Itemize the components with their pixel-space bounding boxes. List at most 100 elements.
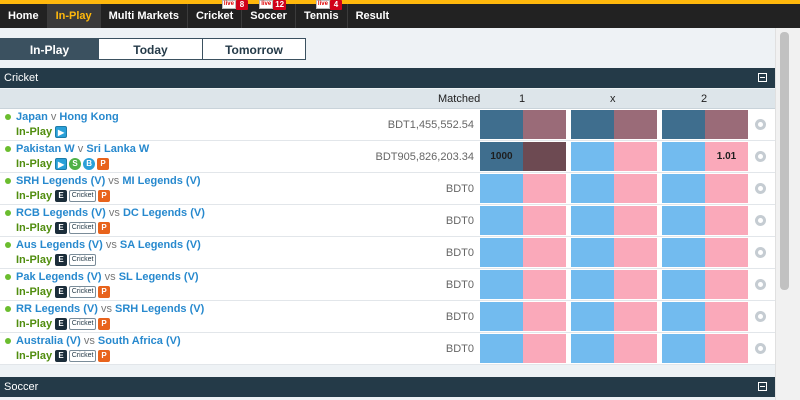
pin-icon[interactable] bbox=[755, 119, 766, 130]
back-odds-cell[interactable] bbox=[480, 302, 523, 331]
lay-odds-cell[interactable] bbox=[614, 142, 657, 171]
back-odds-cell[interactable] bbox=[662, 334, 705, 363]
live-dot-icon bbox=[5, 306, 11, 312]
back-odds-cell[interactable] bbox=[480, 238, 523, 267]
back-odds-cell[interactable] bbox=[571, 334, 614, 363]
match-name-link[interactable]: SRH Legends (V) vs MI Legends (V) bbox=[16, 175, 201, 187]
collapse-icon[interactable] bbox=[758, 73, 767, 82]
lay-odds-cell[interactable] bbox=[614, 206, 657, 235]
back-odds-cell[interactable] bbox=[662, 270, 705, 299]
scrollbar-thumb[interactable] bbox=[780, 32, 789, 290]
lay-odds-cell[interactable] bbox=[523, 334, 566, 363]
collapse-icon[interactable] bbox=[758, 382, 767, 391]
nav-home[interactable]: Home bbox=[0, 4, 47, 28]
match-name-link[interactable]: Pak Legends (V) vs SL Legends (V) bbox=[16, 271, 199, 283]
match-row[interactable]: Aus Legends (V) vs SA Legends (V) In-Play… bbox=[0, 237, 775, 269]
nav-soccer[interactable]: Soccer live 12 bbox=[242, 0, 295, 28]
back-odds-cell[interactable] bbox=[480, 334, 523, 363]
live-icon: live bbox=[315, 0, 330, 9]
back-odds-cell[interactable]: 1000 bbox=[480, 142, 523, 171]
back-odds-cell[interactable] bbox=[662, 110, 705, 139]
lay-odds-cell[interactable] bbox=[705, 302, 748, 331]
cricket-section-title: Cricket bbox=[4, 72, 39, 84]
day-tabs: In-Play Today Tomorrow bbox=[0, 38, 306, 60]
match-row[interactable]: Australia (V) vs South Africa (V) In-Play… bbox=[0, 333, 775, 365]
match-row[interactable]: Pakistan W v Sri Lanka W In-Play ▶ S B P BDT90… bbox=[0, 141, 775, 173]
back-odds-cell[interactable] bbox=[662, 302, 705, 331]
pin-icon[interactable] bbox=[755, 215, 766, 226]
match-name-link[interactable]: Australia (V) vs South Africa (V) bbox=[16, 335, 181, 347]
lay-odds-cell[interactable] bbox=[523, 238, 566, 267]
lay-odds-cell[interactable] bbox=[523, 270, 566, 299]
back-odds-cell[interactable] bbox=[662, 142, 705, 171]
match-row[interactable]: RR Legends (V) vs SRH Legends (V) In-Play… bbox=[0, 301, 775, 333]
lay-odds-cell[interactable] bbox=[614, 238, 657, 267]
back-odds-cell[interactable] bbox=[571, 302, 614, 331]
back-odds-cell[interactable] bbox=[571, 270, 614, 299]
match-name-link[interactable]: Pakistan W v Sri Lanka W bbox=[16, 143, 149, 155]
tv-icon[interactable]: ▶ bbox=[55, 125, 68, 138]
lay-odds-cell[interactable] bbox=[523, 142, 566, 171]
lay-odds-cell[interactable] bbox=[614, 334, 657, 363]
tab-today[interactable]: Today bbox=[98, 38, 203, 60]
back-odds-cell[interactable] bbox=[662, 238, 705, 267]
back-odds-cell[interactable] bbox=[662, 206, 705, 235]
nav-tennis[interactable]: Tennis live 4 bbox=[296, 0, 347, 28]
soccer-section-header: Soccer bbox=[0, 377, 775, 397]
lay-odds-cell[interactable] bbox=[523, 302, 566, 331]
match-row[interactable]: SRH Legends (V) vs MI Legends (V) In-Play… bbox=[0, 173, 775, 205]
back-odds-cell[interactable] bbox=[480, 270, 523, 299]
back-odds-cell[interactable] bbox=[571, 238, 614, 267]
pin-icon[interactable] bbox=[755, 311, 766, 322]
lay-odds-cell[interactable] bbox=[705, 334, 748, 363]
match-name-link[interactable]: RCB Legends (V) vs DC Legends (V) bbox=[16, 207, 205, 219]
pin-icon[interactable] bbox=[755, 343, 766, 354]
lay-odds-cell[interactable] bbox=[523, 110, 566, 139]
team-2-name: DC Legends (V) bbox=[122, 207, 205, 219]
match-name-link[interactable]: Japan v Hong Kong bbox=[16, 111, 119, 123]
lay-odds-cell[interactable] bbox=[614, 110, 657, 139]
back-odds-cell[interactable] bbox=[571, 174, 614, 203]
lay-odds-cell[interactable] bbox=[705, 206, 748, 235]
back-odds-cell[interactable] bbox=[662, 174, 705, 203]
lay-odds-cell[interactable] bbox=[705, 270, 748, 299]
lay-odds-cell[interactable] bbox=[705, 174, 748, 203]
scrollbar[interactable] bbox=[775, 28, 800, 400]
lay-odds-cell[interactable] bbox=[705, 110, 748, 139]
lay-odds-cell[interactable] bbox=[705, 238, 748, 267]
pin-icon[interactable] bbox=[755, 279, 766, 290]
nav-result[interactable]: Result bbox=[348, 4, 398, 28]
match-list: Japan v Hong Kong In-Play ▶ BDT1,455,552.54… bbox=[0, 109, 775, 365]
match-row[interactable]: Japan v Hong Kong In-Play ▶ BDT1,455,552.54 bbox=[0, 109, 775, 141]
back-odds-cell[interactable] bbox=[480, 174, 523, 203]
lay-odds-cell[interactable] bbox=[614, 302, 657, 331]
back-odds-cell[interactable] bbox=[571, 206, 614, 235]
lay-odds-cell[interactable] bbox=[523, 206, 566, 235]
pin-icon[interactable] bbox=[755, 247, 766, 258]
cricket-icon: Cricket bbox=[69, 285, 97, 298]
nav-in-play[interactable]: In-Play bbox=[47, 4, 100, 28]
tv-icon[interactable]: ▶ bbox=[55, 157, 68, 170]
nav-cricket[interactable]: Cricket live 8 bbox=[188, 0, 248, 28]
back-odds-cell[interactable] bbox=[571, 110, 614, 139]
match-row[interactable]: RCB Legends (V) vs DC Legends (V) In-Play… bbox=[0, 205, 775, 237]
live-dot-icon bbox=[5, 114, 11, 120]
back-odds-cell[interactable] bbox=[571, 142, 614, 171]
match-row[interactable]: Pak Legends (V) vs SL Legends (V) In-Play… bbox=[0, 269, 775, 301]
nav-multi-markets[interactable]: Multi Markets bbox=[101, 4, 187, 28]
back-odds-cell[interactable] bbox=[480, 206, 523, 235]
tab-in-play[interactable]: In-Play bbox=[0, 38, 99, 60]
in-play-label: In-Play bbox=[16, 157, 53, 170]
match-name-link[interactable]: RR Legends (V) vs SRH Legends (V) bbox=[16, 303, 204, 315]
lay-odds-cell[interactable]: 1.01 bbox=[705, 142, 748, 171]
pin-icon[interactable] bbox=[755, 183, 766, 194]
lay-odds-cell[interactable] bbox=[614, 270, 657, 299]
lay-odds-cell[interactable] bbox=[523, 174, 566, 203]
tab-tomorrow[interactable]: Tomorrow bbox=[202, 38, 306, 60]
lay-odds-cell[interactable] bbox=[614, 174, 657, 203]
live-dot-icon bbox=[5, 178, 11, 184]
pin-icon[interactable] bbox=[755, 151, 766, 162]
nav-tennis-count: 4 bbox=[329, 0, 342, 10]
back-odds-cell[interactable] bbox=[480, 110, 523, 139]
match-name-link[interactable]: Aus Legends (V) vs SA Legends (V) bbox=[16, 239, 201, 251]
